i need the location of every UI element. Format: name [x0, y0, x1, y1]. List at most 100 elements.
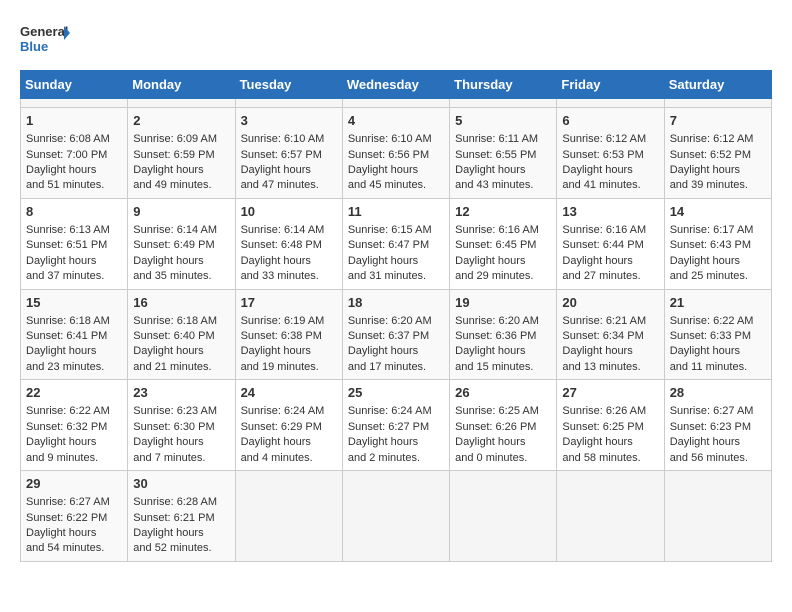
- sunrise-info: Sunrise: 6:22 AM: [670, 315, 754, 327]
- calendar-cell: 17Sunrise: 6:19 AMSunset: 6:38 PMDayligh…: [235, 289, 342, 380]
- logo-svg: General Blue: [20, 20, 70, 60]
- calendar-cell: [450, 99, 557, 108]
- weekday-header-row: SundayMondayTuesdayWednesdayThursdayFrid…: [21, 71, 772, 99]
- calendar-cell: [21, 99, 128, 108]
- calendar-cell: 20Sunrise: 6:21 AMSunset: 6:34 PMDayligh…: [557, 289, 664, 380]
- daylight-label: Daylight hours: [348, 436, 418, 448]
- daylight-label: Daylight hours: [133, 436, 203, 448]
- calendar-week-5: 29Sunrise: 6:27 AMSunset: 6:22 PMDayligh…: [21, 471, 772, 562]
- calendar-week-2: 8Sunrise: 6:13 AMSunset: 6:51 PMDaylight…: [21, 198, 772, 289]
- calendar-cell: 2Sunrise: 6:09 AMSunset: 6:59 PMDaylight…: [128, 108, 235, 199]
- daylight-minutes: and 37 minutes.: [26, 270, 104, 282]
- sunset-info: Sunset: 6:49 PM: [133, 239, 214, 251]
- weekday-header-tuesday: Tuesday: [235, 71, 342, 99]
- daylight-label: Daylight hours: [670, 164, 740, 176]
- day-number: 23: [133, 384, 229, 402]
- calendar-cell: [664, 99, 771, 108]
- weekday-header-wednesday: Wednesday: [342, 71, 449, 99]
- daylight-minutes: and 49 minutes.: [133, 179, 211, 191]
- calendar-cell: [128, 99, 235, 108]
- weekday-header-saturday: Saturday: [664, 71, 771, 99]
- daylight-minutes: and 31 minutes.: [348, 270, 426, 282]
- daylight-label: Daylight hours: [455, 345, 525, 357]
- sunrise-info: Sunrise: 6:14 AM: [241, 224, 325, 236]
- sunrise-info: Sunrise: 6:26 AM: [562, 405, 646, 417]
- daylight-label: Daylight hours: [455, 164, 525, 176]
- logo: General Blue: [20, 20, 70, 60]
- daylight-label: Daylight hours: [348, 164, 418, 176]
- weekday-header-sunday: Sunday: [21, 71, 128, 99]
- daylight-label: Daylight hours: [562, 345, 632, 357]
- daylight-label: Daylight hours: [348, 255, 418, 267]
- day-number: 20: [562, 294, 658, 312]
- sunrise-info: Sunrise: 6:16 AM: [455, 224, 539, 236]
- daylight-label: Daylight hours: [241, 436, 311, 448]
- day-number: 3: [241, 112, 337, 130]
- day-number: 22: [26, 384, 122, 402]
- sunrise-info: Sunrise: 6:16 AM: [562, 224, 646, 236]
- daylight-label: Daylight hours: [562, 164, 632, 176]
- sunset-info: Sunset: 6:22 PM: [26, 512, 107, 524]
- daylight-minutes: and 43 minutes.: [455, 179, 533, 191]
- sunrise-info: Sunrise: 6:09 AM: [133, 133, 217, 145]
- calendar-cell: [342, 99, 449, 108]
- calendar-cell: [664, 471, 771, 562]
- calendar-cell: 14Sunrise: 6:17 AMSunset: 6:43 PMDayligh…: [664, 198, 771, 289]
- day-number: 13: [562, 203, 658, 221]
- day-number: 4: [348, 112, 444, 130]
- daylight-minutes: and 33 minutes.: [241, 270, 319, 282]
- calendar-cell: 10Sunrise: 6:14 AMSunset: 6:48 PMDayligh…: [235, 198, 342, 289]
- daylight-minutes: and 17 minutes.: [348, 361, 426, 373]
- daylight-label: Daylight hours: [26, 345, 96, 357]
- calendar-cell: 28Sunrise: 6:27 AMSunset: 6:23 PMDayligh…: [664, 380, 771, 471]
- day-number: 11: [348, 203, 444, 221]
- sunrise-info: Sunrise: 6:21 AM: [562, 315, 646, 327]
- calendar-cell: 18Sunrise: 6:20 AMSunset: 6:37 PMDayligh…: [342, 289, 449, 380]
- day-number: 15: [26, 294, 122, 312]
- calendar-cell: 24Sunrise: 6:24 AMSunset: 6:29 PMDayligh…: [235, 380, 342, 471]
- svg-text:Blue: Blue: [20, 39, 48, 54]
- daylight-label: Daylight hours: [670, 255, 740, 267]
- sunrise-info: Sunrise: 6:24 AM: [348, 405, 432, 417]
- calendar-cell: 26Sunrise: 6:25 AMSunset: 6:26 PMDayligh…: [450, 380, 557, 471]
- daylight-minutes: and 52 minutes.: [133, 542, 211, 554]
- day-number: 1: [26, 112, 122, 130]
- sunset-info: Sunset: 6:59 PM: [133, 149, 214, 161]
- sunrise-info: Sunrise: 6:23 AM: [133, 405, 217, 417]
- daylight-minutes: and 13 minutes.: [562, 361, 640, 373]
- day-number: 27: [562, 384, 658, 402]
- weekday-header-friday: Friday: [557, 71, 664, 99]
- daylight-minutes: and 27 minutes.: [562, 270, 640, 282]
- daylight-minutes: and 7 minutes.: [133, 452, 205, 464]
- sunrise-info: Sunrise: 6:18 AM: [26, 315, 110, 327]
- daylight-label: Daylight hours: [562, 255, 632, 267]
- calendar-cell: 4Sunrise: 6:10 AMSunset: 6:56 PMDaylight…: [342, 108, 449, 199]
- calendar-cell: 30Sunrise: 6:28 AMSunset: 6:21 PMDayligh…: [128, 471, 235, 562]
- day-number: 2: [133, 112, 229, 130]
- sunrise-info: Sunrise: 6:27 AM: [26, 496, 110, 508]
- sunset-info: Sunset: 6:23 PM: [670, 421, 751, 433]
- daylight-label: Daylight hours: [26, 164, 96, 176]
- sunset-info: Sunset: 6:30 PM: [133, 421, 214, 433]
- sunset-info: Sunset: 6:48 PM: [241, 239, 322, 251]
- calendar-cell: 9Sunrise: 6:14 AMSunset: 6:49 PMDaylight…: [128, 198, 235, 289]
- day-number: 28: [670, 384, 766, 402]
- daylight-minutes: and 25 minutes.: [670, 270, 748, 282]
- sunset-info: Sunset: 6:53 PM: [562, 149, 643, 161]
- calendar-cell: [557, 99, 664, 108]
- sunrise-info: Sunrise: 6:10 AM: [348, 133, 432, 145]
- day-number: 30: [133, 475, 229, 493]
- sunset-info: Sunset: 6:45 PM: [455, 239, 536, 251]
- calendar-cell: [342, 471, 449, 562]
- day-number: 29: [26, 475, 122, 493]
- daylight-minutes: and 58 minutes.: [562, 452, 640, 464]
- daylight-label: Daylight hours: [241, 345, 311, 357]
- calendar-table: SundayMondayTuesdayWednesdayThursdayFrid…: [20, 70, 772, 562]
- daylight-minutes: and 41 minutes.: [562, 179, 640, 191]
- sunset-info: Sunset: 6:21 PM: [133, 512, 214, 524]
- sunset-info: Sunset: 6:25 PM: [562, 421, 643, 433]
- daylight-minutes: and 9 minutes.: [26, 452, 98, 464]
- sunrise-info: Sunrise: 6:24 AM: [241, 405, 325, 417]
- calendar-cell: 6Sunrise: 6:12 AMSunset: 6:53 PMDaylight…: [557, 108, 664, 199]
- sunset-info: Sunset: 6:36 PM: [455, 330, 536, 342]
